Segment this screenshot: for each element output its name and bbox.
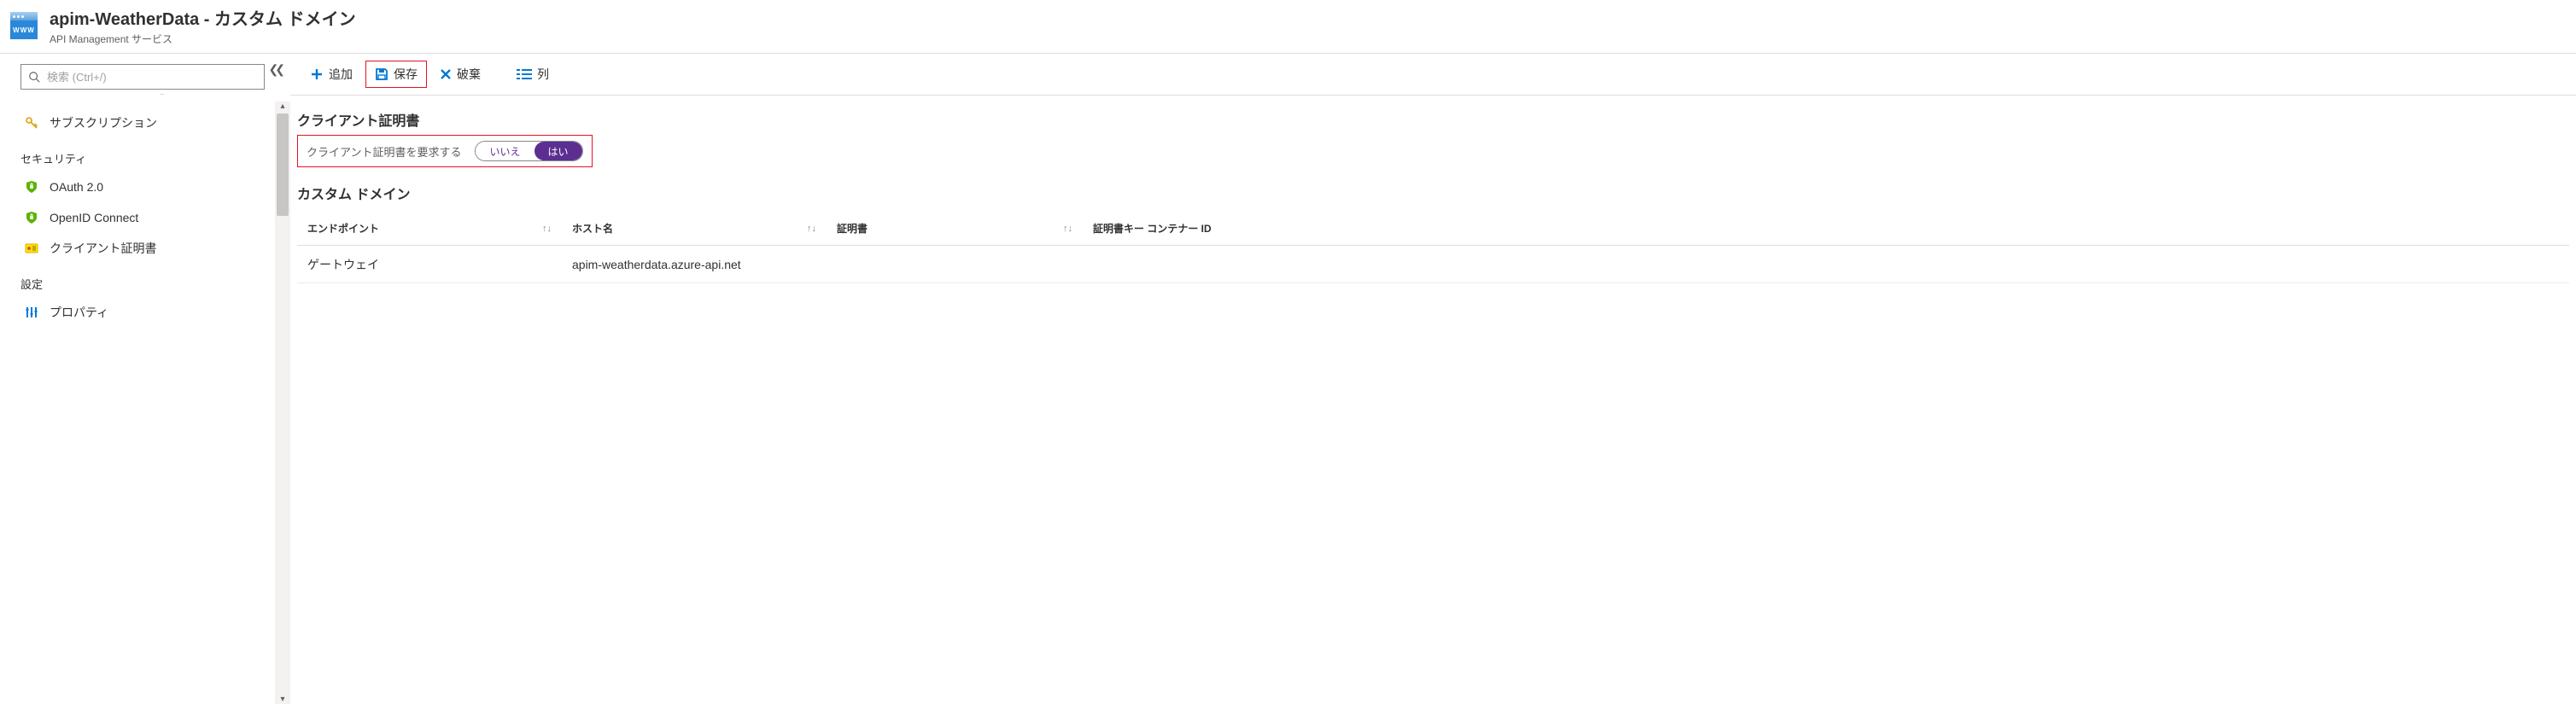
columns-label: 列 bbox=[537, 66, 549, 83]
save-label: 保存 bbox=[394, 66, 418, 83]
sidebar-item-properties[interactable]: プロパティ bbox=[20, 297, 273, 328]
page-header: WWW apim-WeatherData - カスタム ドメイン API Man… bbox=[0, 0, 2576, 54]
discard-button[interactable]: 破棄 bbox=[430, 61, 490, 88]
add-label: 追加 bbox=[329, 66, 353, 83]
client-cert-label: クライアント証明書を要求する bbox=[307, 143, 461, 160]
toggle-yes[interactable]: はい bbox=[534, 142, 582, 160]
table-row[interactable]: ゲートウェイ apim-weatherdata.azure-api.net bbox=[297, 246, 2569, 283]
scroll-thumb[interactable] bbox=[277, 113, 289, 216]
overflow-indicator: ¨ bbox=[51, 93, 273, 102]
sidebar-item-label: プロパティ bbox=[50, 304, 108, 321]
sliders-icon bbox=[24, 305, 39, 319]
sidebar-item-client-cert[interactable]: クライアント証明書 bbox=[20, 233, 273, 264]
discard-label: 破棄 bbox=[457, 66, 481, 83]
section-security: セキュリティ bbox=[20, 150, 273, 166]
sidebar-item-label: OAuth 2.0 bbox=[50, 180, 103, 194]
table-header: エンドポイント ↑↓ ホスト名 ↑↓ 証明書 ↑↓ 証明書キー コンテナー bbox=[297, 212, 2569, 246]
columns-button[interactable]: 列 bbox=[507, 61, 558, 88]
col-endpoint[interactable]: エンドポイント ↑↓ bbox=[297, 221, 562, 236]
collapse-sidebar-icon[interactable]: ❮❮ bbox=[269, 62, 282, 77]
service-icon: WWW bbox=[10, 12, 38, 39]
main-content: 追加 保存 破棄 bbox=[290, 54, 2576, 704]
sidebar-item-label: サブスクリプション bbox=[50, 114, 157, 131]
sort-icon[interactable]: ↑↓ bbox=[807, 224, 816, 234]
client-cert-heading: クライアント証明書 bbox=[297, 109, 2569, 130]
sidebar-scrollbar[interactable]: ▴ ▾ bbox=[275, 102, 290, 704]
sidebar-item-label: クライアント証明書 bbox=[50, 240, 156, 257]
cell-endpoint: ゲートウェイ bbox=[297, 256, 562, 273]
service-icon-label: WWW bbox=[10, 20, 38, 39]
sidebar: ❮❮ ¨ サブスクリプション セキュリティ bbox=[0, 54, 290, 704]
scroll-up-icon[interactable]: ▴ bbox=[275, 102, 290, 111]
sort-icon[interactable]: ↑↓ bbox=[542, 224, 552, 234]
col-cert[interactable]: 証明書 ↑↓ bbox=[827, 221, 1083, 236]
search-input[interactable] bbox=[45, 70, 257, 84]
col-host[interactable]: ホスト名 ↑↓ bbox=[562, 221, 827, 236]
save-icon bbox=[375, 67, 388, 81]
sidebar-search[interactable] bbox=[20, 64, 265, 90]
scroll-down-icon[interactable]: ▾ bbox=[275, 695, 290, 704]
add-button[interactable]: 追加 bbox=[301, 61, 362, 88]
certificate-icon bbox=[24, 241, 39, 255]
client-cert-setting: クライアント証明書を要求する いいえ はい bbox=[297, 135, 593, 167]
domain-table: エンドポイント ↑↓ ホスト名 ↑↓ 証明書 ↑↓ 証明書キー コンテナー bbox=[297, 212, 2569, 283]
cell-host: apim-weatherdata.azure-api.net bbox=[562, 258, 827, 271]
shield-icon bbox=[24, 211, 39, 224]
shield-icon bbox=[24, 180, 39, 194]
page-title: apim-WeatherData - カスタム ドメイン bbox=[50, 5, 356, 30]
columns-icon bbox=[517, 68, 532, 80]
client-cert-toggle[interactable]: いいえ はい bbox=[475, 141, 582, 161]
sidebar-item-label: OpenID Connect bbox=[50, 211, 138, 224]
sidebar-item-openid[interactable]: OpenID Connect bbox=[20, 202, 273, 233]
sidebar-item-subscriptions[interactable]: サブスクリプション bbox=[20, 108, 273, 138]
col-kvid[interactable]: 証明書キー コンテナー ID bbox=[1083, 221, 2569, 236]
search-icon bbox=[28, 71, 40, 83]
toolbar: 追加 保存 破棄 bbox=[290, 54, 2576, 96]
section-settings: 設定 bbox=[20, 276, 273, 292]
service-type: API Management サービス bbox=[50, 32, 356, 46]
key-icon bbox=[24, 116, 39, 130]
sort-icon[interactable]: ↑↓ bbox=[1063, 224, 1072, 234]
toggle-no[interactable]: いいえ bbox=[476, 142, 534, 160]
save-button[interactable]: 保存 bbox=[365, 61, 427, 88]
sidebar-item-oauth[interactable]: OAuth 2.0 bbox=[20, 172, 273, 202]
custom-domain-heading: カスタム ドメイン bbox=[297, 183, 2569, 203]
plus-icon bbox=[310, 67, 324, 81]
close-icon bbox=[440, 68, 452, 80]
